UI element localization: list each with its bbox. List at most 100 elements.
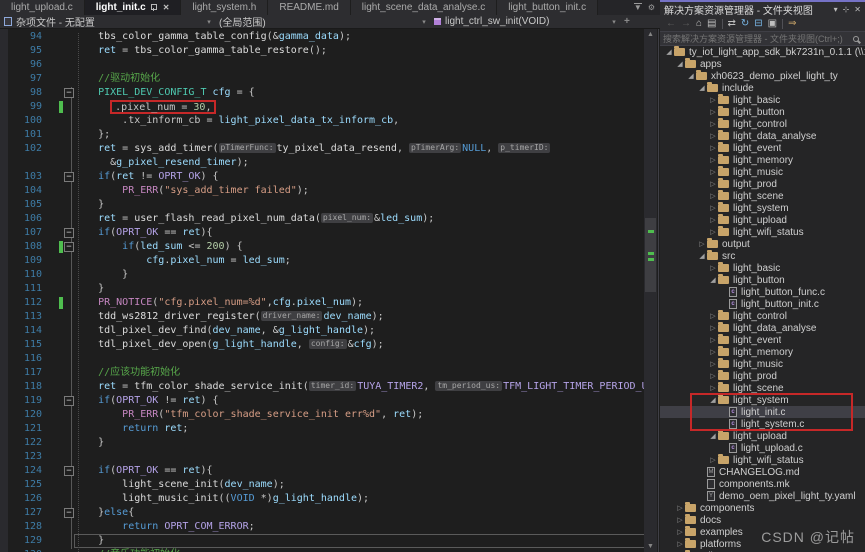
chevron-collapsed-icon[interactable]: ▷: [675, 540, 685, 548]
editor-gutter-margin[interactable]: [44, 156, 74, 170]
tree-item-light-prod[interactable]: ▷ light_prod: [660, 178, 865, 190]
panel-close-icon[interactable]: ✕: [854, 5, 861, 14]
chevron-collapsed-icon[interactable]: ▷: [708, 324, 718, 332]
editor-gutter-margin[interactable]: [44, 212, 74, 226]
chevron-collapsed-icon[interactable]: ▷: [708, 156, 718, 164]
chevron-collapsed-icon[interactable]: ▷: [708, 120, 718, 128]
chevron-expanded-icon[interactable]: ◢: [708, 276, 718, 284]
chevron-expanded-icon[interactable]: ◢: [697, 252, 707, 260]
code-line[interactable]: 104 PR_ERR("sys_add_timer failed");: [0, 184, 646, 198]
editor-gutter-margin[interactable]: [44, 268, 74, 282]
chevron-collapsed-icon[interactable]: ▷: [708, 204, 718, 212]
editor-gutter-margin[interactable]: −: [44, 86, 74, 100]
chevron-collapsed-icon[interactable]: ▷: [708, 132, 718, 140]
code-line[interactable]: 116: [0, 352, 646, 366]
chevron-collapsed-icon[interactable]: ▷: [708, 336, 718, 344]
chevron-collapsed-icon[interactable]: ▷: [708, 108, 718, 116]
editor-gutter-margin[interactable]: −: [44, 394, 74, 408]
code-line[interactable]: 95 ret = tbs_color_gamma_table_restore()…: [0, 44, 646, 58]
chevron-collapsed-icon[interactable]: ▷: [675, 516, 685, 524]
editor-gutter-margin[interactable]: [44, 520, 74, 534]
editor-gutter-margin[interactable]: [44, 338, 74, 352]
code-line[interactable]: 94 tbs_color_gamma_table_config(&gamma_d…: [0, 30, 646, 44]
tree-item-include[interactable]: ◢ include: [660, 82, 865, 94]
code-line[interactable]: 112 PR_NOTICE("cfg.pixel_num=%d",cfg.pix…: [0, 296, 646, 310]
tree-item-light-wifi-status[interactable]: ▷ light_wifi_status: [660, 454, 865, 466]
scroll-down-icon[interactable]: ▼: [644, 541, 657, 552]
code-line[interactable]: 114 tdl_pixel_dev_find(dev_name, &g_ligh…: [0, 324, 646, 338]
chevron-collapsed-icon[interactable]: ▷: [708, 192, 718, 200]
code-line[interactable]: 103 − if(ret != OPRT_OK) {: [0, 170, 646, 184]
editor-gutter-margin[interactable]: [44, 352, 74, 366]
code-line[interactable]: 107 − if(OPRT_OK == ret){: [0, 226, 646, 240]
chevron-collapsed-icon[interactable]: ▷: [675, 504, 685, 512]
tree-item-light-system[interactable]: ▷ light_system: [660, 202, 865, 214]
tree-item-components-mk[interactable]: components.mk: [660, 478, 865, 490]
tree-item-light-data-analyse[interactable]: ▷ light_data_analyse: [660, 322, 865, 334]
editor-gutter-margin[interactable]: [44, 128, 74, 142]
chevron-expanded-icon[interactable]: ◢: [708, 396, 718, 404]
editor-gutter-margin[interactable]: [44, 100, 74, 114]
tree-item-light-event[interactable]: ▷ light_event: [660, 142, 865, 154]
code-line[interactable]: 101 };: [0, 128, 646, 142]
tree-item-light-control[interactable]: ▷ light_control: [660, 118, 865, 130]
pan-icon[interactable]: +: [620, 16, 634, 27]
editor-gutter-margin[interactable]: [44, 198, 74, 212]
tree-item-light-scene[interactable]: ▷ light_scene: [660, 190, 865, 202]
editor-gutter-margin[interactable]: [44, 380, 74, 394]
code-line[interactable]: 126 light_music_init((VOID *)g_light_han…: [0, 492, 646, 506]
search-input[interactable]: [663, 33, 853, 44]
chevron-collapsed-icon[interactable]: ▷: [708, 96, 718, 104]
close-icon[interactable]: ✕: [163, 3, 170, 12]
tree-item-light-memory[interactable]: ▷ light_memory: [660, 346, 865, 358]
editor-gutter-margin[interactable]: [44, 184, 74, 198]
tree-item-light-scene[interactable]: ▷ light_scene: [660, 382, 865, 394]
tab-light-scene-data-analyse-c[interactable]: light_scene_data_analyse.c: [350, 0, 498, 15]
tab-light-system-h[interactable]: light_system.h: [181, 0, 269, 15]
code-line[interactable]: 102 ret = sys_add_timer(pTimerFunc: ty_pi…: [0, 142, 646, 156]
fold-collapse-icon[interactable]: −: [64, 88, 74, 98]
chevron-collapsed-icon[interactable]: ▷: [675, 528, 685, 536]
editor-gutter-margin[interactable]: [44, 44, 74, 58]
code-line[interactable]: 109 cfg.pixel_num = led_sum;: [0, 254, 646, 268]
fold-collapse-icon[interactable]: −: [64, 228, 74, 238]
editor-gutter-margin[interactable]: [44, 408, 74, 422]
chevron-expanded-icon[interactable]: ◢: [697, 84, 707, 92]
tree-item-light-music[interactable]: ▷ light_music: [660, 358, 865, 370]
code-line[interactable]: 105 }: [0, 198, 646, 212]
chevron-collapsed-icon[interactable]: ▷: [708, 264, 718, 272]
chevron-collapsed-icon[interactable]: ▷: [708, 360, 718, 368]
code-line[interactable]: 110 }: [0, 268, 646, 282]
code-line[interactable]: 129 }: [0, 534, 646, 548]
editor-gutter-margin[interactable]: [44, 366, 74, 380]
scope-dropdown[interactable]: (全局范围) ▾: [215, 15, 430, 29]
chevron-collapsed-icon[interactable]: ▷: [708, 144, 718, 152]
project-dropdown[interactable]: 杂项文件 - 无配置 ▾: [0, 15, 215, 29]
editor-gutter-margin[interactable]: [44, 72, 74, 86]
chevron-expanded-icon[interactable]: ◢: [675, 60, 685, 68]
editor-gutter-margin[interactable]: [44, 58, 74, 72]
tree-item-light-button[interactable]: ◢ light_button: [660, 274, 865, 286]
document-overflow-icon[interactable]: ▼: [633, 3, 642, 12]
fold-collapse-icon[interactable]: −: [64, 172, 74, 182]
code-line[interactable]: 124 − if(OPRT_OK == ret){: [0, 464, 646, 478]
fold-collapse-icon[interactable]: −: [64, 242, 74, 252]
fold-collapse-icon[interactable]: −: [64, 396, 74, 406]
editor-gutter-margin[interactable]: [44, 492, 74, 506]
tree-item-light-system-c[interactable]: c light_system.c: [660, 418, 865, 430]
tree-item-components[interactable]: ▷ components: [660, 502, 865, 514]
code-line[interactable]: 123: [0, 450, 646, 464]
tree-item-light-basic[interactable]: ▷ light_basic: [660, 94, 865, 106]
code-line[interactable]: 106 ret = user_flash_read_pixel_num_data…: [0, 212, 646, 226]
chevron-collapsed-icon[interactable]: ▷: [708, 384, 718, 392]
editor-gutter-margin[interactable]: [44, 422, 74, 436]
code-line[interactable]: &g_pixel_resend_timer);: [0, 156, 646, 170]
home-icon[interactable]: ⌂: [696, 17, 702, 31]
code-line[interactable]: 118 ret = tfm_color_shade_service_init(t…: [0, 380, 646, 394]
chevron-collapsed-icon[interactable]: ▷: [708, 180, 718, 188]
editor-gutter-margin[interactable]: [44, 324, 74, 338]
properties-icon[interactable]: ▣: [768, 17, 777, 31]
refresh-icon[interactable]: ↻: [741, 17, 749, 31]
tree-item-docs[interactable]: ▷ docs: [660, 514, 865, 526]
tree-item-light-prod[interactable]: ▷ light_prod: [660, 370, 865, 382]
